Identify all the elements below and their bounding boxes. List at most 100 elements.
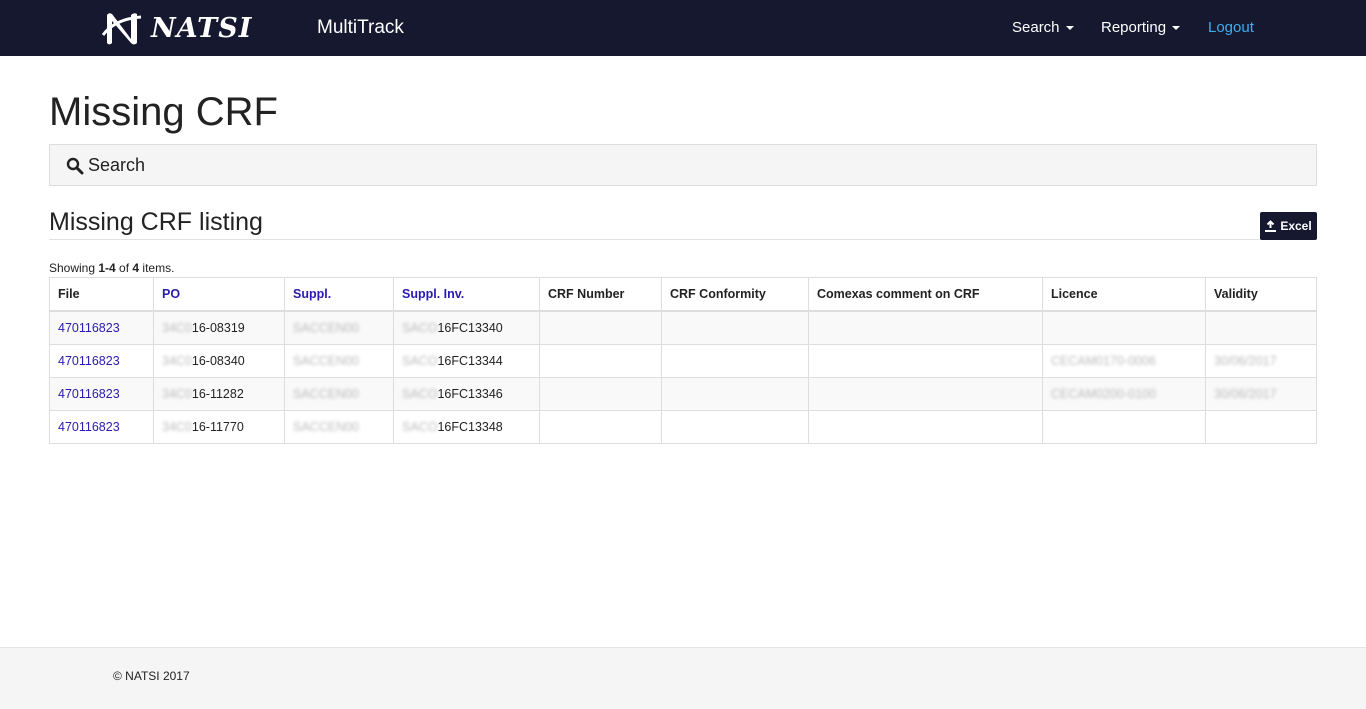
redacted-text: SACCEN00 (293, 354, 359, 368)
cell-po: 34C016-11282 (153, 377, 285, 411)
column-header-comment: Comexas comment on CRF (808, 277, 1043, 312)
redacted-text: SACCEN00 (293, 321, 359, 335)
cell-licence: CECAM0170-0006 (1042, 344, 1206, 378)
cell-validity: 30/06/2017 (1205, 377, 1317, 411)
cell-comment (808, 344, 1043, 378)
cell-crf-conformity (661, 344, 809, 378)
natsi-logo-icon (101, 13, 142, 45)
cell-suppl-inv: SACO16FC13344 (393, 344, 540, 378)
redacted-text: 30/06/2017 (1214, 354, 1277, 368)
cell-suppl: SACCEN00 (284, 410, 394, 444)
top-navbar: NATSI MultiTrack Search Reporting Logout (0, 0, 1366, 56)
caret-down-icon (1172, 26, 1181, 31)
redacted-text: SACO (402, 387, 438, 401)
brand-logo[interactable]: NATSI (101, 9, 252, 47)
excel-export-label: Excel (1280, 219, 1312, 233)
cell-licence (1042, 310, 1206, 345)
cell-suppl: SACCEN00 (284, 310, 394, 345)
logout-link[interactable]: Logout (1208, 19, 1254, 36)
file-link[interactable]: 470116823 (58, 321, 120, 335)
cell-po: 34C016-08340 (153, 344, 285, 378)
table-row: 470116823 34C016-08319 SACCEN00 SACO16FC… (49, 310, 1317, 345)
cell-crf-conformity (661, 310, 809, 345)
nav-search-dropdown[interactable]: Search (1012, 19, 1074, 36)
po-value: 16-11282 (191, 387, 244, 401)
missing-crf-table: File PO Suppl. Suppl. Inv. CRF Number CR… (49, 277, 1317, 444)
cell-po: 34C016-08319 (153, 310, 285, 345)
cell-validity (1205, 410, 1317, 444)
po-value: 16-11770 (191, 420, 244, 434)
column-header-file: File (49, 277, 154, 312)
export-icon (1265, 220, 1277, 232)
search-icon (66, 157, 84, 174)
column-header-suppl[interactable]: Suppl. (284, 277, 394, 312)
redacted-text: SACCEN00 (293, 420, 359, 434)
nav-search-label: Search (1012, 19, 1060, 36)
listing-title: Missing CRF listing (49, 208, 263, 236)
redacted-text: 34C0 (162, 354, 192, 368)
cell-suppl: SACCEN00 (284, 377, 394, 411)
redacted-text: SACO (402, 354, 438, 368)
app-name[interactable]: MultiTrack (317, 17, 404, 39)
column-header-validity: Validity (1205, 277, 1317, 312)
redacted-text: 30/06/2017 (1214, 387, 1277, 401)
caret-down-icon (1065, 26, 1074, 31)
table-row: 470116823 34C016-11770 SACCEN00 SACO16FC… (49, 410, 1317, 444)
column-header-suppl-inv[interactable]: Suppl. Inv. (393, 277, 540, 312)
cell-suppl-inv: SACO16FC13348 (393, 410, 540, 444)
copyright: © NATSI 2017 (113, 669, 190, 683)
cell-licence: CECAM0200-0100 (1042, 377, 1206, 411)
summary-prefix: Showing (49, 261, 99, 275)
cell-po: 34C016-11770 (153, 410, 285, 444)
suppl-inv-value: 16FC13348 (437, 420, 503, 434)
cell-file: 470116823 (49, 377, 154, 411)
cell-crf-number (539, 377, 662, 411)
cell-crf-number (539, 410, 662, 444)
cell-comment (808, 377, 1043, 411)
cell-crf-number (539, 310, 662, 345)
summary-range: 1-4 (98, 261, 116, 275)
brand-name: NATSI (151, 12, 253, 44)
search-panel[interactable]: Search (49, 144, 1317, 186)
table-row: 470116823 34C016-08340 SACCEN00 SACO16FC… (49, 344, 1317, 378)
cell-suppl: SACCEN00 (284, 344, 394, 378)
po-value: 16-08340 (191, 354, 245, 368)
nav-reporting-dropdown[interactable]: Reporting (1101, 19, 1181, 36)
file-link[interactable]: 470116823 (58, 354, 120, 368)
redacted-text: 34C0 (162, 387, 192, 401)
summary-suffix: items. (139, 261, 175, 275)
column-header-licence: Licence (1042, 277, 1206, 312)
redacted-text: 34C0 (162, 420, 192, 434)
suppl-inv-value: 16FC13340 (437, 321, 503, 335)
file-link[interactable]: 470116823 (58, 387, 120, 401)
column-header-crf-conformity: CRF Conformity (661, 277, 809, 312)
table-header-row: File PO Suppl. Suppl. Inv. CRF Number CR… (49, 277, 1317, 312)
redacted-text: SACO (402, 321, 438, 335)
column-header-po[interactable]: PO (153, 277, 285, 312)
cell-comment (808, 410, 1043, 444)
nav-reporting-label: Reporting (1101, 19, 1167, 36)
cell-validity (1205, 310, 1317, 345)
cell-crf-number (539, 344, 662, 378)
redacted-text: CECAM0170-0006 (1051, 354, 1156, 368)
results-summary: Showing 1-4 of 4 items. (49, 261, 174, 275)
cell-crf-conformity (661, 410, 809, 444)
divider (49, 239, 1315, 240)
excel-export-button[interactable]: Excel (1260, 212, 1317, 240)
po-value: 16-08319 (191, 321, 245, 335)
redacted-text: SACCEN00 (293, 387, 359, 401)
search-panel-toggle[interactable]: Search (66, 155, 145, 176)
file-link[interactable]: 470116823 (58, 420, 120, 434)
table-row: 470116823 34C016-11282 SACCEN00 SACO16FC… (49, 377, 1317, 411)
cell-crf-conformity (661, 377, 809, 411)
redacted-text: CECAM0200-0100 (1051, 387, 1156, 401)
suppl-inv-value: 16FC13346 (437, 387, 503, 401)
suppl-inv-value: 16FC13344 (437, 354, 503, 368)
summary-middle: of (115, 261, 133, 275)
cell-file: 470116823 (49, 410, 154, 444)
cell-comment (808, 310, 1043, 345)
column-header-crf-number: CRF Number (539, 277, 662, 312)
cell-suppl-inv: SACO16FC13346 (393, 377, 540, 411)
cell-file: 470116823 (49, 310, 154, 345)
redacted-text: SACO (402, 420, 438, 434)
